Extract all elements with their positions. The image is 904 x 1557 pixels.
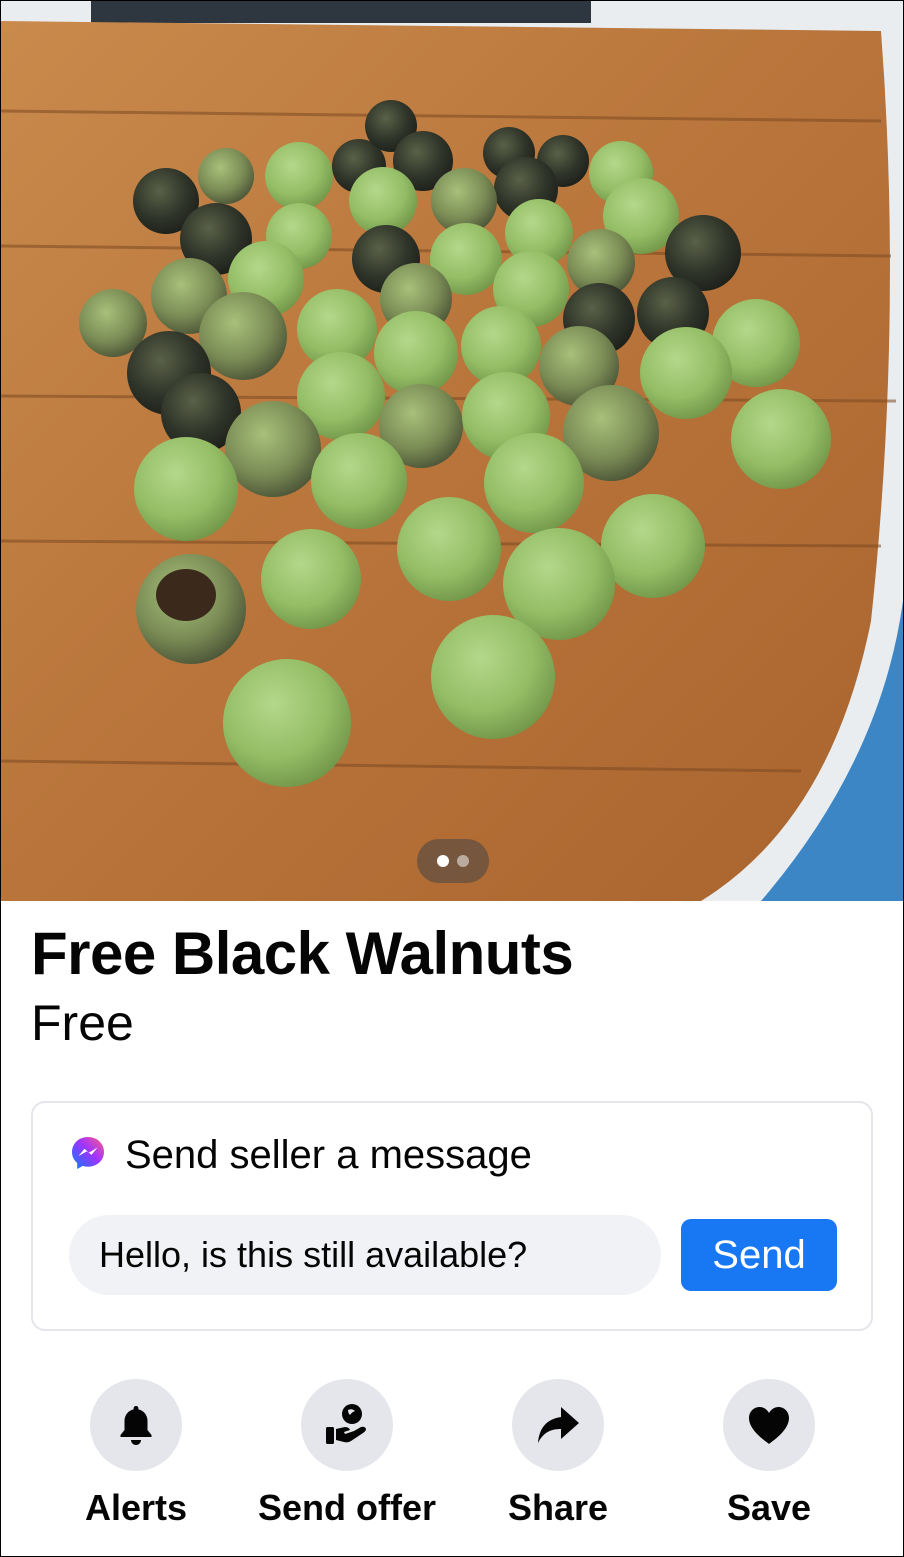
listing-screen: Free Black Walnuts Free Send seller a me… <box>0 0 904 1557</box>
walnuts-photo-image <box>1 1 903 901</box>
message-input[interactable]: Hello, is this still available? <box>69 1215 661 1295</box>
alerts-button[interactable]: Alerts <box>26 1379 246 1529</box>
messenger-icon <box>69 1134 107 1177</box>
photo-pager[interactable] <box>417 839 489 883</box>
alerts-circle[interactable] <box>90 1379 182 1471</box>
share-arrow-icon <box>538 1407 579 1443</box>
message-header-label: Send seller a message <box>125 1133 532 1177</box>
share-button[interactable]: Share <box>448 1379 668 1529</box>
listing-title: Free Black Walnuts <box>31 920 574 987</box>
action-bar: Alerts Send offer Share Save <box>1 1379 903 1539</box>
save-circle[interactable] <box>723 1379 815 1471</box>
bell-icon <box>120 1406 152 1445</box>
share-circle[interactable] <box>512 1379 604 1471</box>
save-button[interactable]: Save <box>659 1379 879 1529</box>
send-offer-circle[interactable] <box>301 1379 393 1471</box>
share-label: Share <box>507 1487 609 1528</box>
save-label: Save <box>726 1487 812 1528</box>
message-card: Send seller a message Hello, is this sti… <box>31 1101 873 1331</box>
alerts-label: Alerts <box>84 1487 188 1528</box>
pager-dot <box>457 855 469 867</box>
pager-dot-active <box>437 855 449 867</box>
listing-photo[interactable] <box>1 1 903 901</box>
send-offer-button[interactable]: Send offer <box>237 1379 457 1529</box>
send-button[interactable]: Send <box>681 1219 837 1291</box>
heart-icon <box>749 1407 789 1444</box>
offer-hand-icon <box>326 1404 366 1444</box>
listing-price: Free <box>31 995 134 1051</box>
message-header: Send seller a message <box>69 1133 532 1178</box>
send-offer-label: Send offer <box>257 1487 436 1528</box>
